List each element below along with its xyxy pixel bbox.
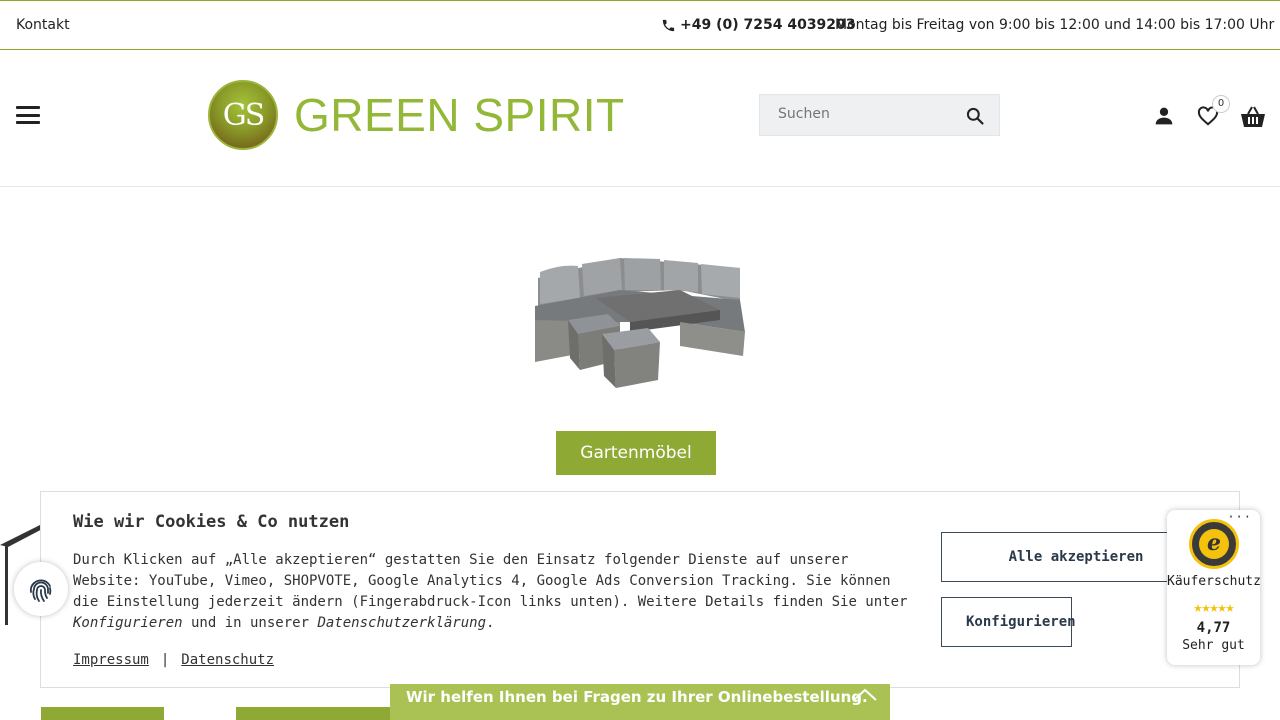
chevron-up-icon[interactable]: [852, 686, 878, 702]
rating-text: Sehr gut: [1182, 638, 1245, 653]
category-button-gartenmoebel[interactable]: Gartenmöbel: [556, 431, 716, 475]
cookie-banner: Wie wir Cookies & Co nutzen Durch Klicke…: [40, 491, 1240, 688]
cookie-configure-inline-link[interactable]: Konfigurieren: [73, 615, 183, 631]
site-header: GS GREEN SPIRIT 0: [0, 51, 1280, 187]
datenschutz-link[interactable]: Datenschutz: [181, 652, 274, 668]
opening-hours: Montag bis Freitag von 9:00 bis 12:00 un…: [835, 17, 1275, 33]
more-options-icon[interactable]: ···: [1227, 510, 1252, 524]
logo-text: GREEN SPIRIT: [294, 89, 625, 141]
rating-value: 4,77: [1196, 620, 1231, 636]
basket-icon[interactable]: [1240, 106, 1266, 128]
help-bar-text: Wir helfen Ihnen bei Fragen zu Ihrer Onl…: [406, 688, 868, 706]
cookie-title: Wie wir Cookies & Co nutzen: [73, 512, 350, 532]
logo[interactable]: GS GREEN SPIRIT: [208, 80, 625, 150]
phone-number[interactable]: +49 (0) 7254 4039203: [661, 17, 856, 33]
phone-icon: [662, 19, 675, 31]
cookie-links: Impressum | Datenschutz: [73, 652, 274, 668]
top-bar: Kontakt +49 (0) 7254 4039203 Montag bis …: [0, 0, 1280, 50]
configure-button[interactable]: Konfigurieren: [941, 597, 1076, 647]
logo-emblem: GS: [208, 80, 278, 150]
search-icon[interactable]: [965, 106, 985, 126]
search-input[interactable]: [778, 106, 958, 122]
fingerprint-glyph: [29, 579, 52, 602]
phone-number-text: +49 (0) 7254 4039203: [680, 17, 856, 33]
rating-stars: ★★★★★: [1193, 598, 1234, 616]
bottom-button-fragment-1[interactable]: [41, 707, 164, 720]
trusted-shops-badge[interactable]: ··· e Käuferschutz ★★★★★ 4,77 Sehr gut: [1167, 510, 1261, 665]
cookie-text: Durch Klicken auf „Alle akzeptieren“ ges…: [73, 552, 908, 631]
buyer-protection-label: Käuferschutz: [1167, 574, 1261, 589]
trusted-shops-seal-icon: e: [1189, 519, 1239, 569]
cookie-privacy-inline-link[interactable]: Datenschutzerklärung: [317, 615, 486, 631]
wishlist-count-badge: 0: [1212, 95, 1230, 113]
search-box: [759, 94, 1000, 136]
help-bar[interactable]: Wir helfen Ihnen bei Fragen zu Ihrer Onl…: [390, 684, 890, 720]
menu-icon[interactable]: [16, 106, 40, 124]
contact-link[interactable]: Kontakt: [16, 17, 70, 33]
impressum-link[interactable]: Impressum: [73, 652, 149, 668]
link-separator: |: [160, 652, 170, 668]
user-icon[interactable]: [1154, 106, 1174, 126]
garden-furniture-image[interactable]: [530, 250, 750, 395]
fingerprint-icon[interactable]: [14, 562, 68, 616]
bottom-button-fragment-2[interactable]: [236, 707, 390, 720]
